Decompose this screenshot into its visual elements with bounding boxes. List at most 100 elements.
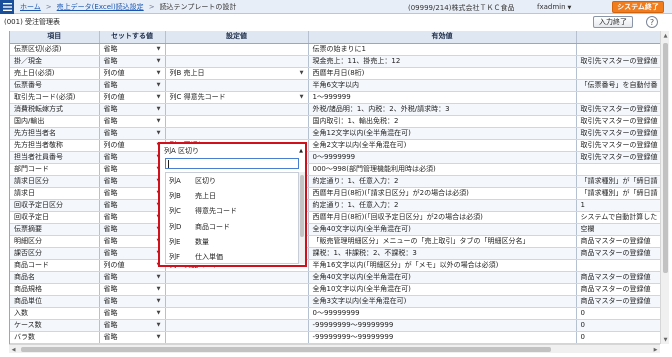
set-value-select[interactable]: 列の値▼ [104, 260, 161, 271]
table-row: 消費税転嫁方式 省略 ▼ 外税/諸品明：1、内税：2、外税/請求時：3 取引先マスターの… [10, 103, 660, 116]
cell-set-value-select[interactable]: 列の値▼ [99, 91, 166, 104]
cell-set-value-select[interactable]: 省略▼ [99, 187, 166, 200]
chevron-down-icon: ▼ [156, 309, 161, 316]
cell-set-value-select[interactable]: 列の値▼ [99, 139, 166, 152]
breadcrumb-home[interactable]: ホーム [20, 2, 41, 12]
cell-set-value-select[interactable]: 省略▼ [99, 223, 166, 236]
cell-item: 掛／現金 [10, 55, 100, 68]
set-value-select[interactable]: 省略▼ [104, 332, 161, 343]
cell-extra: 取引先マスターの登録値 [576, 55, 660, 68]
cell-set-value-select[interactable]: 省略▼ [99, 151, 166, 164]
cell-set-value-select[interactable]: 省略▼ [99, 199, 166, 212]
set-value-select[interactable]: 省略▼ [104, 188, 161, 199]
cell-set-value-select[interactable]: 省略▼ [99, 235, 166, 248]
set-value-select[interactable]: 列の値▼ [104, 92, 161, 103]
system-exit-button[interactable]: システム終了 [612, 1, 664, 13]
set-value-select[interactable]: 省略▼ [104, 212, 161, 223]
cell-set-value-select[interactable]: 省略▼ [99, 55, 166, 68]
set-value-select[interactable]: 省略▼ [104, 116, 161, 127]
cell-set-value-select[interactable]: 省略▼ [99, 319, 166, 332]
cell-set-value-select[interactable]: 省略▼ [99, 211, 166, 224]
set-value-select[interactable]: 省略▼ [104, 104, 161, 115]
scroll-up-icon[interactable]: ▲ [661, 31, 670, 40]
cell-set-value-select[interactable]: 省略▼ [99, 307, 166, 320]
table-row: 商品コード列の値▼列D 商品コード▼半角16文字以内(「明細区分」が「メモ」以外… [10, 259, 660, 272]
cell-extra: 取引先マスターの登録値 [576, 127, 660, 140]
dropdown-option[interactable]: 列D 商品コード [166, 219, 298, 234]
dropdown-option[interactable]: 列F 仕入単価 [166, 249, 298, 263]
table-row: 担当者社員番号省略▼ 0～9999999取引先マスターの登録値 [10, 151, 660, 164]
scroll-thumb[interactable] [663, 43, 668, 273]
scroll-thumb[interactable] [300, 175, 304, 237]
cell-set-value-select[interactable]: 省略▼ [99, 163, 166, 176]
set-value-label: 省略 [103, 284, 118, 293]
set-value-select[interactable]: 省略▼ [104, 128, 161, 139]
cell-setting-select[interactable]: 列B 売上日 ▼ [165, 67, 309, 80]
dropdown-scrollbar[interactable] [299, 172, 305, 264]
set-value-select[interactable]: 省略▼ [104, 236, 161, 247]
set-value-select[interactable]: 省略▼ [104, 44, 161, 55]
breadcrumb-sales-excel-settings[interactable]: 売上データ(Excel)読込設定 [57, 2, 144, 12]
set-value-select[interactable]: 省略▼ [104, 164, 161, 175]
cell-setting-select [165, 283, 309, 296]
dropdown-option[interactable]: 列E 数量 [166, 234, 298, 249]
set-value-select[interactable]: 省略▼ [104, 152, 161, 163]
set-value-select[interactable]: 省略▼ [104, 248, 161, 259]
end-input-button[interactable]: 入力終了 [593, 16, 633, 28]
cell-set-value-select[interactable]: 省略▼ [99, 283, 166, 296]
cell-item: 請求日区分 [10, 175, 100, 188]
set-value-select[interactable]: 列の値▼ [104, 140, 161, 151]
cell-setting-select[interactable]: 列C 得意先コード ▼ [165, 91, 309, 104]
set-value-select[interactable]: 省略▼ [104, 296, 161, 307]
horizontal-scrollbar[interactable]: ◀ ▶ [9, 344, 660, 353]
table-row: 取引先コード(必須) 列の値 ▼ 列C 得意先コード ▼ 1～999999 [10, 91, 660, 104]
scroll-thumb[interactable] [21, 347, 551, 352]
setting-select[interactable]: 列C 得意先コード ▼ [170, 92, 304, 103]
cell-set-value-select[interactable]: 省略▼ [99, 295, 166, 308]
dropdown-selected[interactable]: 列A 区切り ▲ [162, 145, 305, 156]
user-menu[interactable]: fxadmin ▼ [537, 3, 571, 11]
cell-item: 取引先コード(必須) [10, 91, 100, 104]
cell-set-value-select[interactable]: 省略▼ [99, 43, 166, 56]
cell-setting-select [165, 331, 309, 344]
template-table: 項目 セットする値 設定値 有効値 伝票区切(必須) 省略 ▼ 伝票の始まりに1 掛／現… [10, 31, 660, 344]
dropdown-search-input[interactable] [165, 158, 299, 169]
dropdown-option[interactable]: 列A 区切り [166, 173, 298, 188]
cell-set-value-select[interactable]: 省略▼ [99, 175, 166, 188]
cell-set-value-select[interactable]: 列の値▼ [99, 67, 166, 80]
cell-extra: 商品マスターの登録値 [576, 295, 660, 308]
vertical-scrollbar[interactable]: ▲ ▼ [660, 31, 669, 344]
set-value-select[interactable]: 省略▼ [104, 56, 161, 67]
scroll-right-icon[interactable]: ▶ [651, 345, 660, 354]
set-value-select[interactable]: 省略▼ [104, 224, 161, 235]
scroll-down-icon[interactable]: ▼ [661, 335, 670, 344]
cell-set-value-select[interactable]: 省略▼ [99, 331, 166, 344]
cell-set-value-select[interactable]: 省略▼ [99, 79, 166, 92]
dropdown-option[interactable]: 列C 得意先コード [166, 204, 298, 219]
cell-valid-value: 約定通り：1、任意入力：2 [308, 199, 577, 212]
chevron-down-icon: ▼ [299, 93, 304, 100]
cell-set-value-select[interactable]: 省略▼ [99, 271, 166, 284]
dropdown-options-list: 列A 区切り 列B 売上日 列C 得意先コード 列D 商品コード 列E 数量 列F 仕入単価 [165, 172, 299, 264]
cell-set-value-select[interactable]: 省略▼ [99, 103, 166, 116]
set-value-select[interactable]: 省略▼ [104, 320, 161, 331]
set-value-select[interactable]: 省略▼ [104, 200, 161, 211]
dropdown-option[interactable]: 列B 売上日 [166, 188, 298, 203]
set-value-select[interactable]: 省略▼ [104, 176, 161, 187]
cell-set-value-select[interactable]: 省略▼ [99, 115, 166, 128]
option-label: 数量 [195, 237, 209, 246]
set-value-select[interactable]: 省略▼ [104, 80, 161, 91]
cell-set-value-select[interactable]: 列の値▼ [99, 259, 166, 272]
menu-icon[interactable] [0, 0, 14, 14]
set-value-select[interactable]: 列の値▼ [104, 68, 161, 79]
help-icon[interactable]: ? [646, 16, 658, 28]
cell-set-value-select[interactable]: 省略▼ [99, 247, 166, 260]
set-value-label: 省略 [103, 164, 118, 173]
set-value-select[interactable]: 省略▼ [104, 272, 161, 283]
set-value-label: 省略 [103, 224, 118, 233]
set-value-select[interactable]: 省略▼ [104, 284, 161, 295]
set-value-select[interactable]: 省略▼ [104, 308, 161, 319]
scroll-left-icon[interactable]: ◀ [9, 345, 18, 354]
setting-select[interactable]: 列B 売上日 ▼ [170, 68, 304, 79]
cell-set-value-select[interactable]: 省略▼ [99, 127, 166, 140]
